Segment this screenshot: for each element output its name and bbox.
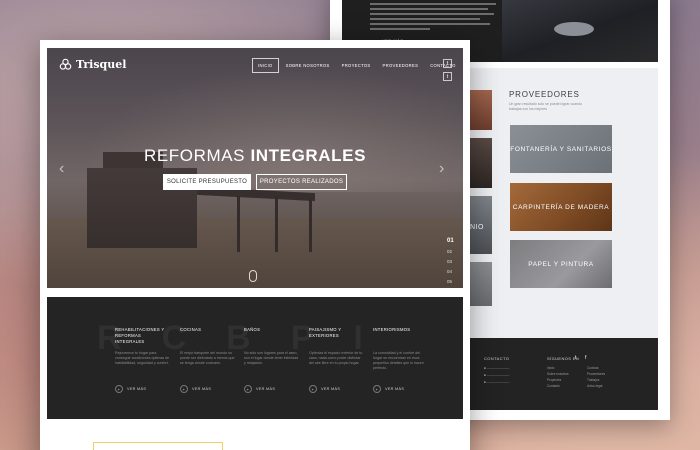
footer-link[interactable]: Cocinas [587, 366, 599, 370]
footer-link[interactable]: Inicio [547, 366, 554, 370]
bathroom-image [502, 0, 658, 62]
logo-text: Trisquel [76, 58, 127, 71]
back-page-text-block [370, 0, 500, 33]
nav-item-proyectos[interactable]: PROYECTOS [337, 59, 376, 72]
slide-pager: 01 02 03 04 05 [447, 238, 454, 288]
providers-subtitle: Un gran resultado solo se puede lograr c… [509, 102, 582, 111]
nav-item-inicio[interactable]: INICIO [252, 58, 279, 73]
service-desc: Rejuvenece tu hogar para conseguir condi… [115, 351, 170, 365]
triskele-icon [59, 58, 72, 70]
providers-title: PROVEEDORES [509, 90, 580, 99]
service-desc: No sólo son lugares para el aseo, son el… [244, 351, 299, 365]
projects-button[interactable]: PROYECTOS REALIZADOS [256, 174, 347, 190]
facebook-icon[interactable]: f [585, 355, 586, 361]
footer-link[interactable]: Proveedores [587, 372, 605, 376]
plus-icon: + [244, 385, 252, 393]
front-page-preview: Trisquel INICIO SOBRE NOSOTROS PROYECTOS… [40, 40, 470, 450]
plus-icon: + [180, 385, 188, 393]
plus-icon: + [309, 385, 317, 393]
outlined-box [93, 442, 223, 450]
service-rehabilitaciones: REHABILITACIONES Y REFORMAS INTEGRALES R… [115, 327, 171, 393]
service-more-link[interactable]: + VER MÁS [309, 385, 340, 393]
twitter-icon[interactable]: t [443, 72, 452, 81]
service-title: BAÑOS [244, 327, 261, 332]
footer-link[interactable]: Sobre nosotros [547, 372, 569, 376]
service-more-link[interactable]: + VER MÁS [115, 385, 146, 393]
service-title: INTERIORISMOS [373, 327, 411, 332]
plus-icon: + [373, 385, 381, 393]
services-section: R C B P I REHABILITACIONES Y REFORMAS IN… [47, 297, 463, 419]
hero-slider: Trisquel INICIO SOBRE NOSOTROS PROYECTOS… [47, 48, 463, 288]
email-line: ■ ────────── [484, 373, 510, 377]
service-more-link[interactable]: + VER MÁS [180, 385, 211, 393]
phone-line: ■ ────────── [484, 380, 510, 384]
slide-number[interactable]: 05 [447, 279, 454, 284]
scroll-down-icon[interactable] [249, 270, 257, 282]
service-cocinas: COCINAS El mejor banquete del mundo no p… [180, 327, 236, 393]
service-desc: El mejor banquete del mundo no puede ser… [180, 351, 235, 365]
provider-card-plumbing[interactable]: FONTANERÍA Y SANITARIOS [510, 125, 612, 173]
main-nav: INICIO SOBRE NOSOTROS PROYECTOS PROVEEDO… [252, 58, 461, 73]
service-title: COCINAS [180, 327, 202, 332]
service-title: REHABILITACIONES Y REFORMAS INTEGRALES [115, 327, 165, 344]
service-more-link[interactable]: + VER MÁS [244, 385, 275, 393]
nav-item-sobre-nosotros[interactable]: SOBRE NOSOTROS [281, 59, 335, 72]
header-social: f t [443, 59, 452, 85]
service-paisajismo: PAISAJISMO Y EXTERIORES Optimiza el espa… [309, 327, 365, 393]
request-quote-button[interactable]: SOLICITE PRESUPUESTO [163, 174, 251, 190]
service-banos: BAÑOS No sólo son lugares para el aseo, … [244, 327, 300, 393]
hero-buttons: SOLICITE PRESUPUESTO PROYECTOS REALIZADO… [163, 174, 347, 190]
hero-title-light: REFORMAS [143, 146, 246, 165]
footer-link[interactable]: Proyectos [547, 378, 561, 382]
nav-item-proveedores[interactable]: PROVEEDORES [378, 59, 424, 72]
footer-contact-title: CONTACTO [484, 356, 510, 361]
service-desc: Optimiza el espacio exterior de tu casa,… [309, 351, 363, 365]
address-line: ■ ────────── [484, 366, 510, 370]
provider-card-carpentry[interactable]: CARPINTERÍA DE MADERA [510, 183, 612, 231]
service-desc: La comodidad y el confort del hogar se e… [373, 351, 424, 370]
slide-number[interactable]: 03 [447, 259, 454, 264]
facebook-icon[interactable]: f [443, 59, 452, 68]
service-interiorismos: INTERIORISMOS La comodidad y el confort … [373, 327, 429, 393]
hero-title-bold: INTEGRALES [250, 146, 367, 165]
service-more-link[interactable]: + VER MÁS [373, 385, 404, 393]
site-logo[interactable]: Trisquel [59, 58, 126, 71]
provider-card-paint[interactable]: PAPEL Y PINTURA [510, 240, 612, 288]
plus-icon: + [115, 385, 123, 393]
footer-link[interactable]: Trabajos [587, 378, 599, 382]
hero-title: REFORMAS INTEGRALES [47, 146, 463, 166]
slide-number[interactable]: 02 [447, 249, 454, 254]
service-title: PAISAJISMO Y EXTERIORES [309, 327, 342, 338]
slide-number[interactable]: 04 [447, 269, 454, 274]
twitter-icon[interactable]: t [575, 355, 576, 361]
thumb-label: NIO [470, 224, 484, 231]
footer-link[interactable]: Contacto [547, 384, 560, 388]
footer-link[interactable]: Aviso legal [587, 384, 602, 388]
slide-number[interactable]: 01 [447, 238, 454, 244]
